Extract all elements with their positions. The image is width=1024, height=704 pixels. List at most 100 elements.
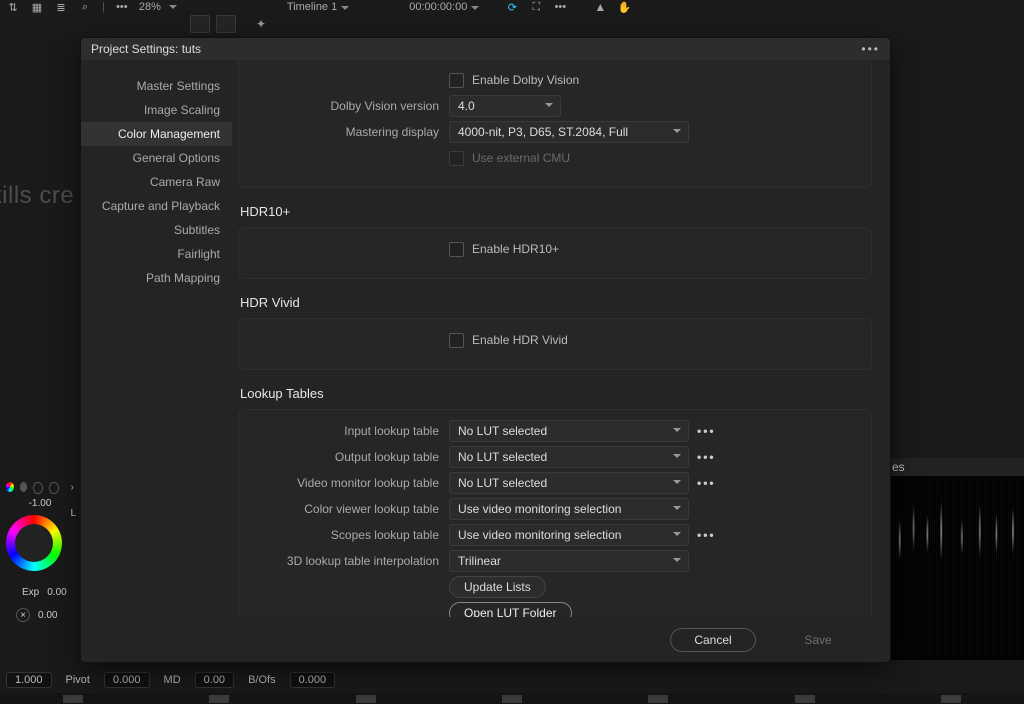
cancel-button[interactable]: Cancel: [670, 628, 756, 652]
timecode-field[interactable]: 00:00:00:00: [409, 1, 479, 13]
zoom-dropdown[interactable]: 28%: [139, 1, 177, 13]
wheel-neg-value: -1.00: [0, 498, 80, 509]
search-icon[interactable]: ⌕: [78, 0, 92, 14]
chevron-down-icon: [169, 5, 177, 9]
more-icon-2[interactable]: •••: [553, 0, 567, 14]
mastering-display-label: Mastering display: [253, 125, 449, 139]
top-toolbar: ⇅ ▦ ≣ ⌕ | ••• 28% Timeline 1 00:00:00:00…: [0, 0, 1024, 14]
enable-hdr10-checkbox[interactable]: [449, 242, 464, 257]
hand-icon[interactable]: ✋: [617, 0, 631, 14]
pointer-icon[interactable]: ▲: [593, 0, 607, 14]
bofs-label: B/Ofs: [248, 674, 276, 686]
sidebar-item-master-settings[interactable]: Master Settings: [81, 74, 232, 98]
input-lut-more[interactable]: •••: [697, 424, 716, 438]
color-wheels-panel: › -1.00 L Exp 0.00 × 0.00: [0, 478, 80, 622]
scopes-lut-more[interactable]: •••: [697, 528, 716, 542]
settings-scroll[interactable]: Enable Dolby Vision Dolby Vision version…: [232, 60, 890, 617]
view-toggle-b[interactable]: [216, 15, 236, 33]
wheel-mode-dots[interactable]: ›: [0, 478, 80, 498]
params-bar: 1.000 Pivot 0.000 MD 0.00 B/Ofs 0.000: [0, 670, 1024, 690]
lut-panel: Input lookup table No LUT selected ••• O…: [238, 409, 872, 617]
input-lut-select[interactable]: No LUT selected: [449, 420, 689, 442]
dolby-panel: Enable Dolby Vision Dolby Vision version…: [238, 60, 872, 188]
enable-dolby-label: Enable Dolby Vision: [472, 73, 579, 87]
sidebar-item-camera-raw[interactable]: Camera Raw: [81, 170, 232, 194]
enable-dolby-checkbox[interactable]: [449, 73, 464, 88]
grid-icon[interactable]: ▦: [30, 0, 44, 14]
sort-icon[interactable]: ⇅: [6, 0, 20, 14]
wand-icon[interactable]: ✦: [256, 17, 266, 31]
chevron-down-icon: [471, 6, 479, 10]
chevron-down-icon: [673, 428, 681, 432]
md-label: MD: [164, 674, 181, 686]
external-cmu-label: Use external CMU: [472, 151, 570, 165]
sync-icon[interactable]: ⟳: [505, 0, 519, 14]
dolby-version-value: 4.0: [458, 99, 475, 113]
hdr10-panel: Enable HDR10+: [238, 227, 872, 279]
enable-hdr10-label: Enable HDR10+: [472, 242, 559, 256]
chevron-down-icon: [341, 6, 349, 10]
interp-value: Trilinear: [458, 554, 501, 568]
settings-sidebar: Master Settings Image Scaling Color Mana…: [81, 60, 232, 617]
sidebar-item-capture-playback[interactable]: Capture and Playback: [81, 194, 232, 218]
pivot-value[interactable]: 0.000: [104, 672, 150, 688]
exp-label: Exp: [22, 587, 39, 598]
zoom-value: 28%: [139, 1, 161, 13]
modal-titlebar: Project Settings: tuts •••: [81, 38, 890, 60]
mode-dot-3[interactable]: [33, 482, 43, 494]
reset-icon[interactable]: ×: [16, 608, 30, 622]
viewer-lut-select[interactable]: Use video monitoring selection: [449, 498, 689, 520]
scopes-lut-select[interactable]: Use video monitoring selection: [449, 524, 689, 546]
timecode-value: 00:00:00:00: [409, 1, 467, 13]
external-cmu-checkbox: [449, 151, 464, 166]
wheel-nav-next[interactable]: ›: [71, 482, 74, 494]
video-lut-value: No LUT selected: [458, 476, 547, 490]
color-wheel[interactable]: [6, 515, 62, 571]
interp-label: 3D lookup table interpolation: [253, 554, 449, 568]
sidebar-item-color-management[interactable]: Color Management: [81, 122, 232, 146]
chevron-down-icon: [673, 558, 681, 562]
dolby-version-select[interactable]: 4.0: [449, 95, 561, 117]
mode-dot-4[interactable]: [49, 482, 59, 494]
x-value[interactable]: 0.00: [38, 610, 57, 621]
enable-hdrvivid-checkbox[interactable]: [449, 333, 464, 348]
mode-dot-2[interactable]: [20, 482, 28, 492]
enable-hdrvivid-label: Enable HDR Vivid: [472, 333, 568, 347]
sidebar-item-subtitles[interactable]: Subtitles: [81, 218, 232, 242]
md-value[interactable]: 0.00: [195, 672, 234, 688]
page-strip[interactable]: [0, 693, 1024, 704]
output-lut-select[interactable]: No LUT selected: [449, 446, 689, 468]
sidebar-item-general-options[interactable]: General Options: [81, 146, 232, 170]
chevron-down-icon: [673, 532, 681, 536]
view-toggle-a[interactable]: [190, 15, 210, 33]
interp-select[interactable]: Trilinear: [449, 550, 689, 572]
list-icon[interactable]: ≣: [54, 0, 68, 14]
expand-icon[interactable]: ⛶: [529, 0, 543, 14]
scopes-header: es: [886, 458, 1024, 476]
video-lut-more[interactable]: •••: [697, 476, 716, 490]
pivot-label: Pivot: [66, 674, 90, 686]
output-lut-value: No LUT selected: [458, 450, 547, 464]
mode-dot-1[interactable]: [6, 482, 14, 492]
sidebar-item-image-scaling[interactable]: Image Scaling: [81, 98, 232, 122]
hdr10-title: HDR10+: [240, 204, 872, 219]
hdrvivid-title: HDR Vivid: [240, 295, 872, 310]
bofs-value[interactable]: 0.000: [290, 672, 336, 688]
output-lut-label: Output lookup table: [253, 450, 449, 464]
viewer-lut-label: Color viewer lookup table: [253, 502, 449, 516]
mastering-display-select[interactable]: 4000-nit, P3, D65, ST.2084, Full: [449, 121, 689, 143]
sidebar-item-path-mapping[interactable]: Path Mapping: [81, 266, 232, 290]
update-lists-button[interactable]: Update Lists: [449, 576, 546, 598]
modal-footer: Cancel Save: [81, 617, 890, 662]
sidebar-item-fairlight[interactable]: Fairlight: [81, 242, 232, 266]
more-icon[interactable]: •••: [115, 0, 129, 14]
exp-value[interactable]: 0.00: [47, 587, 66, 598]
output-lut-more[interactable]: •••: [697, 450, 716, 464]
modal-more-icon[interactable]: •••: [861, 42, 880, 56]
scopes-waveform[interactable]: 0: [886, 476, 1024, 660]
open-lut-folder-button[interactable]: Open LUT Folder: [449, 602, 572, 617]
video-lut-select[interactable]: No LUT selected: [449, 472, 689, 494]
val-1[interactable]: 1.000: [6, 672, 52, 688]
save-button[interactable]: Save: [776, 629, 860, 651]
timeline-dropdown[interactable]: Timeline 1: [287, 1, 349, 13]
